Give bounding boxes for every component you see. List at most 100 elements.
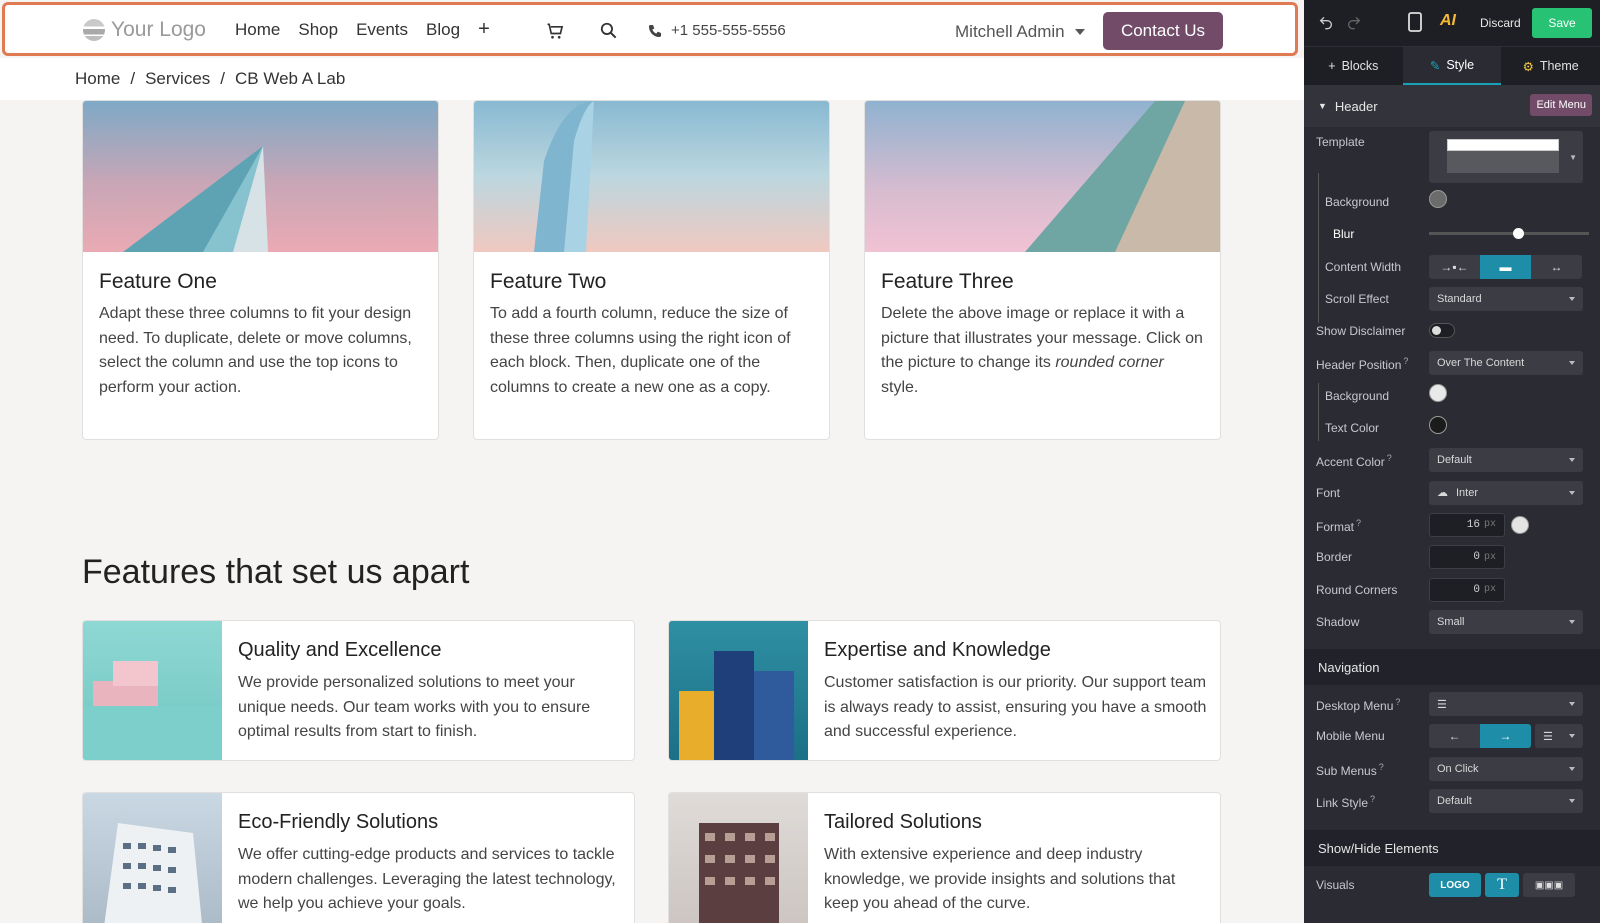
option-desktop-menu: Desktop Menu? ☰ <box>1304 689 1600 721</box>
option-show-disclaimer: Show Disclaimer <box>1304 316 1600 348</box>
option-template: Template ▼ <box>1304 127 1600 187</box>
user-name: Mitchell Admin <box>955 22 1065 41</box>
format-color-swatch[interactable] <box>1511 515 1529 534</box>
header-position-select[interactable]: Over The Content <box>1429 351 1583 376</box>
breadcrumb-services[interactable]: Services <box>145 69 210 89</box>
breadcrumb-current: CB Web A Lab <box>235 69 346 88</box>
header-options: Template ▼ Background Blur Content Width… <box>1304 127 1600 639</box>
mobile-preview-icon[interactable] <box>1408 12 1422 32</box>
service-image[interactable] <box>669 793 808 923</box>
slider-knob[interactable] <box>1513 228 1524 240</box>
feature-card[interactable]: Feature Three Delete the above image or … <box>864 100 1221 440</box>
option-accent-color: Accent Color? Default <box>1304 445 1600 477</box>
cart-icon[interactable] <box>545 21 565 41</box>
font-select[interactable]: ☁ Inter <box>1429 480 1583 505</box>
service-card[interactable]: Tailored Solutions With extensive experi… <box>668 792 1221 923</box>
site-header[interactable]: Your Logo Home Shop Events Blog + +1 555… <box>2 2 1298 56</box>
shadow-select[interactable]: Small <box>1429 609 1583 634</box>
feature-card[interactable]: Feature Two To add a fourth column, redu… <box>473 100 830 440</box>
logo-icon <box>83 19 105 41</box>
redo-icon[interactable] <box>1346 14 1362 30</box>
help-icon: ? <box>1386 453 1392 464</box>
regular-width-icon[interactable]: ▬ <box>1480 254 1531 279</box>
mobile-menu-style-select[interactable]: ☰ <box>1535 724 1583 749</box>
sub-menus-select[interactable]: On Click <box>1429 756 1583 781</box>
building-illustration <box>123 146 268 252</box>
save-button[interactable]: Save <box>1532 8 1592 38</box>
card-text: We offer cutting-edge products and servi… <box>238 846 616 912</box>
feature-image[interactable] <box>474 101 829 252</box>
border-input[interactable]: 0 px <box>1429 545 1505 570</box>
format-size-input[interactable]: 16 px <box>1429 512 1505 537</box>
discard-button[interactable]: Discard <box>1480 16 1521 30</box>
site-logo[interactable]: Your Logo <box>83 18 206 42</box>
social-icons-button[interactable]: ▣▣▣ <box>1523 873 1575 898</box>
feature-title: Feature Three <box>881 270 1014 293</box>
align-left-icon: ☰ <box>1543 730 1553 743</box>
ai-icon[interactable]: AI <box>1440 12 1456 30</box>
option-text-color: Text Color <box>1304 413 1600 445</box>
user-menu[interactable]: Mitchell Admin <box>955 22 1085 42</box>
link-style-select[interactable]: Default <box>1429 789 1583 814</box>
option-scroll-effect: Scroll Effect Standard <box>1304 284 1600 316</box>
editor-panel: AI Discard Save + Blocks ✎ Style ⚙ Theme ▼ … <box>1304 0 1600 923</box>
nav-item-blog[interactable]: Blog <box>426 20 460 41</box>
full-width-icon[interactable]: ↔ <box>1531 255 1582 279</box>
feature-text: To add a fourth column, reduce the size … <box>490 305 791 396</box>
desktop-menu-select[interactable]: ☰ <box>1429 692 1583 717</box>
header-section[interactable]: ▼ Header Edit Menu <box>1304 85 1600 127</box>
round-corners-input[interactable]: 0 px <box>1429 577 1505 602</box>
phone-icon <box>649 24 661 37</box>
building-illustration <box>534 101 594 252</box>
edit-menu-button[interactable]: Edit Menu <box>1530 94 1592 116</box>
blur-slider[interactable] <box>1429 228 1589 240</box>
help-icon: ? <box>1370 794 1376 805</box>
tab-theme[interactable]: ⚙ Theme <box>1501 47 1600 85</box>
nav-item-home[interactable]: Home <box>235 20 280 41</box>
option-border: Border 0 px <box>1304 542 1600 574</box>
card-title: Tailored Solutions <box>824 811 982 833</box>
tab-blocks[interactable]: + Blocks <box>1304 47 1403 85</box>
feature-card[interactable]: Feature One Adapt these three columns to… <box>82 100 439 440</box>
search-icon[interactable] <box>599 21 618 40</box>
undo-icon[interactable] <box>1318 14 1334 30</box>
editor-tabs: + Blocks ✎ Style ⚙ Theme <box>1304 46 1600 85</box>
background-color-swatch[interactable] <box>1429 383 1447 402</box>
building-illustration <box>1025 101 1220 252</box>
service-image[interactable] <box>83 793 222 923</box>
narrow-width-icon[interactable]: →▪← <box>1429 255 1480 279</box>
feature-image[interactable] <box>865 101 1220 252</box>
logo-visibility-button[interactable]: LOGO <box>1429 873 1481 898</box>
service-image[interactable] <box>669 621 808 760</box>
show-hide-section[interactable]: Show/Hide Elements <box>1304 830 1600 867</box>
service-card[interactable]: Expertise and Knowledge Customer satisfa… <box>668 620 1221 761</box>
breadcrumb-home[interactable]: Home <box>75 69 120 89</box>
accent-color-select[interactable]: Default <box>1429 448 1583 473</box>
service-card[interactable]: Eco-Friendly Solutions We offer cutting-… <box>82 792 635 923</box>
feature-image[interactable] <box>83 101 438 252</box>
tab-style[interactable]: ✎ Style <box>1402 47 1502 85</box>
service-image[interactable] <box>83 621 222 760</box>
text-visibility-button[interactable]: T <box>1485 873 1519 898</box>
nav-item-events[interactable]: Events <box>356 20 408 41</box>
navigation-section[interactable]: Navigation <box>1304 649 1600 686</box>
add-menu-item-icon[interactable]: + <box>478 18 490 41</box>
contact-us-button[interactable]: Contact Us <box>1103 12 1223 50</box>
content-width-toggle: →▪← ▬ ↔ <box>1429 254 1582 279</box>
background-color-swatch[interactable] <box>1429 190 1447 208</box>
nav-item-shop[interactable]: Shop <box>298 20 338 41</box>
arrow-left-icon[interactable]: ← <box>1429 724 1480 748</box>
mobile-menu-direction: ← → <box>1429 724 1531 749</box>
template-picker[interactable]: ▼ <box>1429 131 1583 183</box>
show-disclaimer-toggle[interactable] <box>1429 323 1455 339</box>
feature-title: Feature One <box>99 270 217 293</box>
scroll-effect-select[interactable]: Standard <box>1429 286 1583 311</box>
arrow-right-icon[interactable]: → <box>1480 724 1531 749</box>
phone-link[interactable]: +1 555-555-5556 <box>647 22 786 39</box>
option-sub-menus: Sub Menus? On Click <box>1304 754 1600 786</box>
help-icon: ? <box>1378 761 1384 772</box>
option-shadow: Shadow Small <box>1304 607 1600 639</box>
option-link-style: Link Style? Default <box>1304 786 1600 818</box>
service-card[interactable]: Quality and Excellence We provide person… <box>82 620 635 761</box>
text-color-swatch[interactable] <box>1429 416 1447 435</box>
